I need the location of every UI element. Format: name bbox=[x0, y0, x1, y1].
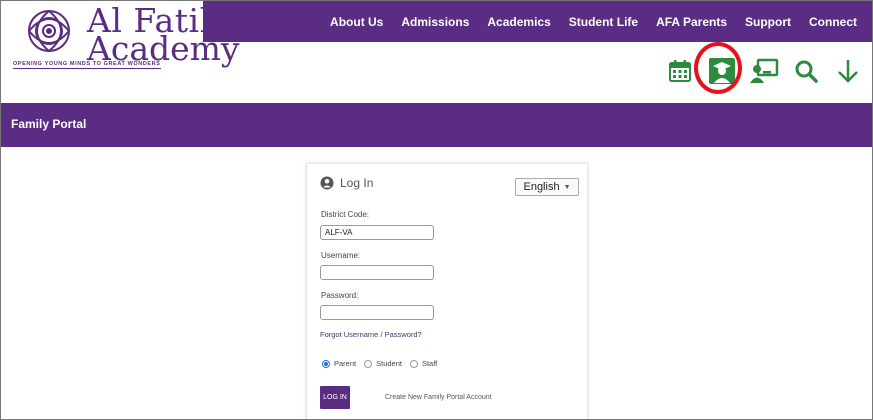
nav-connect[interactable]: Connect bbox=[800, 15, 866, 29]
quick-links-bar bbox=[658, 51, 868, 91]
academy-logo[interactable]: Al Fatih Academy OPENING YOUNG MINDS TO … bbox=[9, 1, 240, 69]
role-student[interactable]: Student bbox=[364, 359, 402, 368]
portal-title-bar: Family Portal bbox=[1, 103, 872, 147]
calendar-icon bbox=[669, 60, 691, 82]
teacher-portal-button[interactable] bbox=[744, 52, 784, 90]
role-staff-label: Staff bbox=[421, 359, 438, 368]
arrow-down-icon bbox=[838, 60, 858, 83]
role-parent-radio[interactable] bbox=[322, 359, 330, 368]
site-header: Al Fatih Academy OPENING YOUNG MINDS TO … bbox=[1, 1, 872, 103]
student-portal-icon bbox=[709, 58, 735, 84]
nav-student-life[interactable]: Student Life bbox=[560, 15, 647, 29]
search-button[interactable] bbox=[786, 52, 826, 90]
district-code-label: District Code: bbox=[321, 210, 370, 219]
login-title: Log In bbox=[340, 176, 374, 190]
role-student-label: Student bbox=[376, 359, 402, 368]
teacher-portal-icon bbox=[750, 58, 779, 83]
calendar-button[interactable] bbox=[660, 52, 700, 90]
nav-afa-parents[interactable]: AFA Parents bbox=[647, 15, 736, 29]
forgot-credentials-link[interactable]: Forgot Username / Password? bbox=[320, 330, 422, 339]
brand-tagline: OPENING YOUNG MINDS TO GREAT WONDERS bbox=[13, 61, 161, 69]
nav-academics[interactable]: Academics bbox=[478, 15, 559, 29]
top-navigation: About Us Admissions Academics Student Li… bbox=[203, 1, 872, 42]
password-label: Password: bbox=[321, 291, 359, 300]
role-parent-label: Parent bbox=[334, 359, 357, 368]
create-account-link[interactable]: Create New Family Portal Account bbox=[385, 394, 492, 401]
page-title: Family Portal bbox=[11, 117, 87, 131]
page: Al Fatih Academy OPENING YOUNG MINDS TO … bbox=[0, 0, 873, 420]
role-selector: Parent Student Staff bbox=[322, 359, 437, 368]
language-value: English bbox=[523, 181, 560, 193]
role-student-radio[interactable] bbox=[364, 359, 373, 368]
login-header: Log In bbox=[320, 176, 373, 190]
password-input[interactable] bbox=[320, 305, 434, 320]
login-button[interactable]: LOG IN bbox=[320, 386, 350, 409]
scroll-down-button[interactable] bbox=[828, 52, 868, 90]
user-circle-icon bbox=[320, 176, 334, 190]
username-input[interactable] bbox=[320, 265, 434, 280]
chevron-down-icon: ▼ bbox=[563, 183, 571, 191]
role-parent[interactable]: Parent bbox=[322, 359, 356, 368]
username-label: Username: bbox=[321, 251, 361, 260]
nav-support[interactable]: Support bbox=[736, 15, 800, 29]
role-staff-radio[interactable] bbox=[409, 359, 418, 368]
student-portal-button[interactable] bbox=[702, 52, 742, 90]
academy-emblem-icon bbox=[27, 9, 71, 53]
district-code-input[interactable]: ALF-VA bbox=[320, 225, 434, 240]
language-select[interactable]: English ▼ bbox=[515, 178, 579, 196]
role-staff[interactable]: Staff bbox=[409, 359, 438, 368]
nav-about-us[interactable]: About Us bbox=[321, 15, 392, 29]
login-card: Log In English ▼ District Code: ALF-VA U… bbox=[306, 163, 588, 419]
nav-admissions[interactable]: Admissions bbox=[392, 15, 478, 29]
search-icon bbox=[795, 60, 818, 83]
